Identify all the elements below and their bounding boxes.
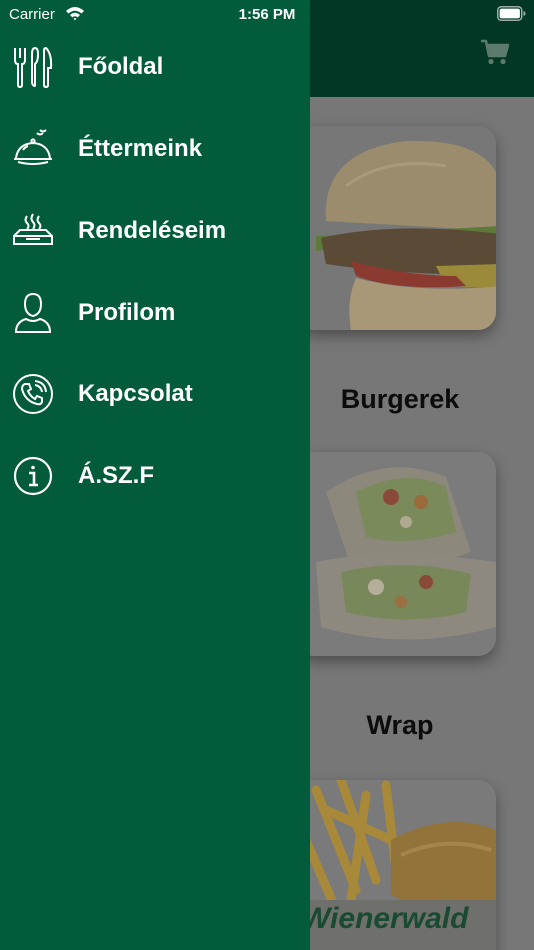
- fries-image: Wienerwald: [296, 780, 496, 950]
- category-label: Burgerek: [340, 384, 460, 414]
- burger-image: [296, 126, 496, 330]
- food-tray-icon: [13, 213, 53, 245]
- app-screen: Burgerek Wrap Wienerwald Főoldal Étterme…: [0, 0, 534, 950]
- menu-item-home[interactable]: Főoldal: [0, 34, 310, 100]
- menu-item-restaurants[interactable]: Éttermeink: [0, 116, 310, 182]
- category-card-burgerek[interactable]: [296, 126, 496, 330]
- wienerwald-logo: Wienerwald: [302, 902, 469, 935]
- cloche-icon: [14, 129, 52, 165]
- menu-item-contact[interactable]: Kapcsolat: [0, 361, 310, 427]
- status-bar: Carrier 1:56 PM: [0, 0, 534, 28]
- info-icon: [13, 456, 53, 496]
- clock: 1:56 PM: [238, 6, 296, 23]
- menu-label: Főoldal: [78, 53, 164, 80]
- menu-label: Rendeléseim: [78, 217, 227, 244]
- menu-label: Éttermeink: [78, 135, 203, 162]
- menu-label: Á.SZ.F: [78, 462, 154, 489]
- utensils-icon: [14, 46, 53, 88]
- category-label: Wrap: [366, 710, 434, 740]
- category-card-fries[interactable]: Wienerwald: [296, 780, 496, 950]
- user-icon: [14, 292, 52, 333]
- menu-item-orders[interactable]: Rendeléseim: [0, 198, 310, 264]
- side-drawer: Főoldal Éttermeink Rendeléseim Profilom …: [0, 0, 310, 950]
- category-card-wrap[interactable]: [296, 452, 496, 656]
- menu-item-terms[interactable]: Á.SZ.F: [0, 443, 310, 509]
- wrap-image: [296, 452, 496, 656]
- cart-icon[interactable]: [480, 38, 510, 66]
- phone-icon: [13, 374, 53, 414]
- menu-item-profile[interactable]: Profilom: [0, 280, 310, 346]
- battery-icon: [497, 6, 526, 21]
- menu-label: Kapcsolat: [78, 380, 193, 407]
- menu-label: Profilom: [78, 299, 176, 326]
